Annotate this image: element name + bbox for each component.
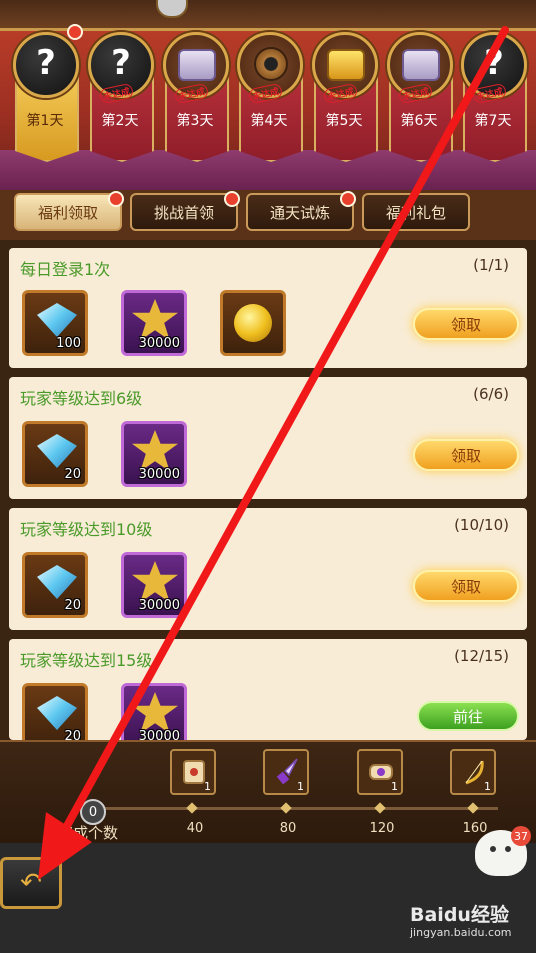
diamond-reward[interactable]: 20 <box>22 552 88 618</box>
day-label: 第5天 <box>325 113 363 129</box>
daily-reward-banner: ? 第1天 ? 未达成 第2天 未达成 第3天 未达成 第4天 未达成 第5天 … <box>0 0 536 190</box>
notification-badge: 37 <box>511 826 531 846</box>
gold-orb-icon <box>234 304 272 342</box>
milestone-reward-40[interactable]: 1 <box>170 749 216 795</box>
milestone-panel: 0 完成个数 1 40 1 80 1 120 1 160 <box>0 740 536 845</box>
watermark-url: jingyan.baidu.com <box>410 926 512 939</box>
diamond-icon <box>37 565 77 599</box>
tab-welfare-pack[interactable]: 福利礼包 <box>362 193 470 231</box>
task-progress: (10/10) <box>454 516 509 534</box>
day-label: 第3天 <box>176 113 214 129</box>
task-title: 玩家等级达到6级 <box>20 389 143 408</box>
task-title: 玩家等级达到15级 <box>20 651 153 670</box>
silver-chest-icon <box>178 49 216 81</box>
day-label: 第6天 <box>400 113 438 129</box>
task-progress: (6/6) <box>473 385 509 403</box>
task-title: 玩家等级达到10级 <box>20 520 153 539</box>
day-5-reward[interactable]: 未达成 第5天 <box>310 30 378 162</box>
task-title: 每日登录1次 <box>20 260 111 279</box>
completed-count-label: 完成个数 <box>58 824 119 842</box>
ghost-eye <box>490 846 496 852</box>
tab-tower-trial[interactable]: 通天试炼 <box>246 191 356 231</box>
goto-button[interactable]: 前往 <box>417 701 519 731</box>
day-4-reward[interactable]: 未达成 第4天 <box>235 30 303 162</box>
notification-dot <box>67 24 83 40</box>
day-label: 第4天 <box>250 113 288 129</box>
ghost-eye <box>505 846 511 852</box>
task-card: 玩家等级达到15级 (12/15) 20 30000 前往 <box>9 639 527 740</box>
day-3-reward[interactable]: 未达成 第3天 <box>161 30 229 162</box>
tab-challenge-boss[interactable]: 挑战首领 <box>130 191 240 231</box>
milestone-value: 120 <box>369 821 395 836</box>
day-label: 第1天 <box>26 113 64 129</box>
milestone-value: 80 <box>279 821 297 836</box>
day-label: 第7天 <box>474 113 512 129</box>
milestone-marker <box>467 802 479 814</box>
notification-dot <box>224 191 240 207</box>
milestone-value: 40 <box>186 821 204 836</box>
bronze-medal-icon <box>254 47 288 81</box>
claim-button[interactable]: 领取 <box>413 570 519 602</box>
diamond-reward[interactable]: 20 <box>22 683 88 740</box>
gold-orb-reward[interactable] <box>220 290 286 356</box>
exp-reward[interactable]: 30000 <box>121 552 187 618</box>
back-button[interactable]: ↶ <box>0 857 62 909</box>
milestone-marker <box>186 802 198 814</box>
notification-dot <box>340 191 356 207</box>
diamond-reward[interactable]: 20 <box>22 421 88 487</box>
diamond-reward[interactable]: 100 <box>22 290 88 356</box>
gold-chest-icon <box>327 49 365 81</box>
task-card: 每日登录1次 (1/1) 100 30000 领取 <box>9 248 527 368</box>
diamond-icon <box>37 303 77 337</box>
watermark-brand: Baidu经验 <box>410 904 509 926</box>
question-mark-medal-icon: ? <box>13 32 79 98</box>
task-list[interactable]: 每日登录1次 (1/1) 100 30000 领取 玩家等级达到6级 (6/6)… <box>0 240 536 740</box>
milestone-reward-80[interactable]: 1 <box>263 749 309 795</box>
milestone-reward-160[interactable]: 1 <box>450 749 496 795</box>
day-label: 第2天 <box>101 113 139 129</box>
notification-dot <box>108 191 124 207</box>
claim-button[interactable]: 领取 <box>413 439 519 471</box>
silver-chest-icon <box>402 49 440 81</box>
milestone-marker <box>280 802 292 814</box>
tab-welfare-claim[interactable]: 福利领取 <box>14 191 124 231</box>
assistant-ghost-icon[interactable]: 37 <box>475 826 531 876</box>
task-progress: (12/15) <box>454 647 509 665</box>
milestone-track <box>90 807 498 810</box>
exp-reward[interactable]: 30000 <box>121 421 187 487</box>
day-7-reward[interactable]: ? 未达成 第7天 <box>459 30 527 162</box>
day-6-reward[interactable]: 未达成 第6天 <box>385 30 453 162</box>
task-progress: (1/1) <box>473 256 509 274</box>
exp-reward[interactable]: 30000 <box>121 683 187 740</box>
diamond-icon <box>37 434 77 468</box>
day-2-reward[interactable]: ? 未达成 第2天 <box>86 30 154 162</box>
claim-button[interactable]: 领取 <box>413 308 519 340</box>
exp-reward[interactable]: 30000 <box>121 290 187 356</box>
milestone-reward-120[interactable]: 1 <box>357 749 403 795</box>
tab-bar: 福利领取 挑战首领 通天试炼 福利礼包 <box>0 190 536 240</box>
task-card: 玩家等级达到6级 (6/6) 20 30000 领取 <box>9 377 527 499</box>
milestone-marker <box>374 802 386 814</box>
day-1-reward[interactable]: ? 第1天 <box>11 24 83 162</box>
task-card: 玩家等级达到10级 (10/10) 20 30000 领取 <box>9 508 527 630</box>
diamond-icon <box>37 696 77 730</box>
